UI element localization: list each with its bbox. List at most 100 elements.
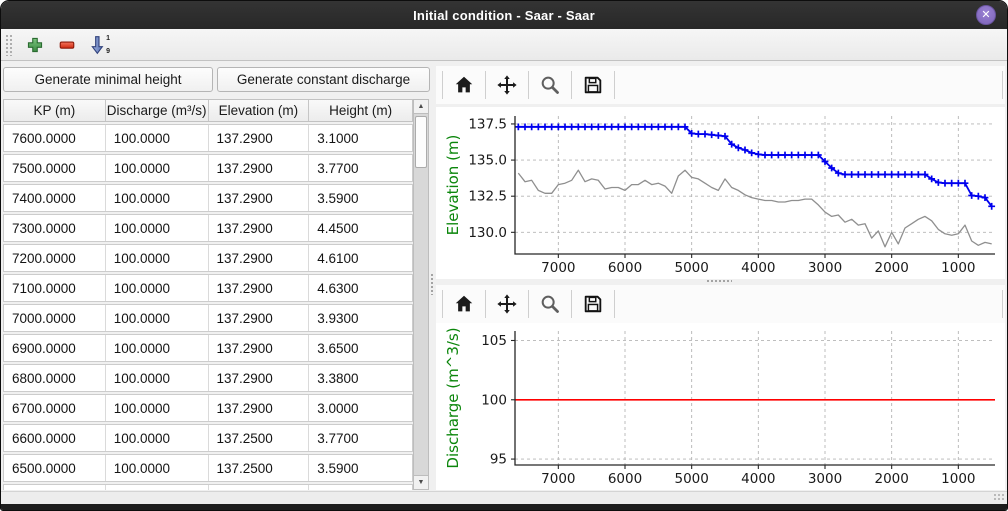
table-cell[interactable]: 137.2900 [209, 335, 310, 361]
zoom-button[interactable] [535, 70, 565, 100]
table-row[interactable]: 7300.0000100.0000137.29004.4500 [3, 214, 413, 242]
save-button[interactable] [578, 70, 608, 100]
table-cell[interactable]: 6800.0000 [4, 365, 106, 391]
table-cell[interactable]: 3.7700 [309, 425, 412, 451]
table-cell[interactable]: 137.2900 [209, 245, 310, 271]
table-cell[interactable]: 3.5900 [309, 455, 412, 481]
table-cell[interactable]: 100.0000 [106, 125, 209, 151]
zoom-button[interactable] [535, 289, 565, 319]
table-row[interactable]: 7100.0000100.0000137.29004.6300 [3, 274, 413, 302]
table-row[interactable]: 6900.0000100.0000137.29003.6500 [3, 334, 413, 362]
elevation-plot-canvas[interactable]: 7000600050004000300020001000137.5135.013… [436, 107, 1005, 279]
svg-text:132.5: 132.5 [468, 189, 507, 205]
svg-text:4000: 4000 [741, 471, 775, 487]
table-cell[interactable]: 6700.0000 [4, 395, 106, 421]
table-cell[interactable]: 100.0000 [106, 395, 209, 421]
table-cell[interactable]: 137.2900 [209, 155, 310, 181]
scroll-up-button[interactable]: ▲ [414, 100, 428, 114]
column-header[interactable]: KP (m) [4, 100, 106, 121]
table-cell[interactable]: 6500.0000 [4, 455, 106, 481]
table-cell[interactable]: 137.2500 [209, 425, 310, 451]
table-cell[interactable]: 7000.0000 [4, 305, 106, 331]
table-row[interactable]: 7600.0000100.0000137.29003.1000 [3, 124, 413, 152]
table-row[interactable]: 6600.0000100.0000137.25003.7700 [3, 424, 413, 452]
svg-text:Discharge (m^3/s): Discharge (m^3/s) [444, 327, 462, 468]
column-header[interactable]: Elevation (m) [209, 100, 310, 121]
table-cell[interactable]: 7200.0000 [4, 245, 106, 271]
table-cell[interactable]: 3.9300 [309, 305, 412, 331]
table-cell[interactable] [106, 485, 209, 490]
table-cell[interactable]: 3.1000 [309, 125, 412, 151]
table-cell[interactable]: 7500.0000 [4, 155, 106, 181]
table-cell[interactable]: 137.2500 [209, 455, 310, 481]
svg-text:6000: 6000 [608, 260, 642, 276]
table-cell[interactable]: 3.0000 [309, 395, 412, 421]
save-button[interactable] [578, 289, 608, 319]
add-row-button[interactable] [22, 32, 48, 58]
table-cell[interactable] [309, 485, 412, 490]
table-row[interactable]: 7500.0000100.0000137.29003.7700 [3, 154, 413, 182]
table-cell[interactable]: 137.2900 [209, 125, 310, 151]
svg-text:Elevation (m): Elevation (m) [444, 135, 462, 236]
table-cell[interactable]: 3.3800 [309, 365, 412, 391]
remove-row-button[interactable] [54, 32, 80, 58]
table-cell[interactable]: 3.5900 [309, 185, 412, 211]
table-cell[interactable]: 3.7700 [309, 155, 412, 181]
table-cell[interactable]: 100.0000 [106, 275, 209, 301]
titlebar[interactable]: Initial condition - Saar - Saar ✕ [1, 1, 1007, 29]
table-cell[interactable]: 100.0000 [106, 155, 209, 181]
table-cell[interactable]: 4.4500 [309, 215, 412, 241]
table-cell[interactable]: 4.6300 [309, 275, 412, 301]
table-cell[interactable]: 100.0000 [106, 185, 209, 211]
table-row[interactable]: 7000.0000100.0000137.29003.9300 [3, 304, 413, 332]
table-row[interactable] [3, 484, 413, 490]
window-title: Initial condition - Saar - Saar [413, 8, 595, 23]
toolbar-drag-handle[interactable] [5, 34, 12, 56]
column-header[interactable]: Discharge (m³/s) [106, 100, 209, 121]
table-cell[interactable]: 137.2900 [209, 215, 310, 241]
table-cell[interactable]: 100.0000 [106, 335, 209, 361]
table-cell[interactable]: 7300.0000 [4, 215, 106, 241]
table-cell[interactable]: 6600.0000 [4, 425, 106, 451]
table-cell[interactable]: 100.0000 [106, 365, 209, 391]
table-cell[interactable]: 7600.0000 [4, 125, 106, 151]
table-row[interactable]: 7400.0000100.0000137.29003.5900 [3, 184, 413, 212]
discharge-plot-canvas[interactable]: 700060005000400030002000100010510095Disc… [436, 323, 1005, 490]
table-scrollbar[interactable]: ▲ ▼ [413, 99, 429, 490]
home-button[interactable] [449, 70, 479, 100]
table-cell[interactable]: 100.0000 [106, 215, 209, 241]
table-cell[interactable]: 6900.0000 [4, 335, 106, 361]
save-icon [582, 293, 604, 315]
pan-button[interactable] [492, 289, 522, 319]
table-cell[interactable] [4, 485, 106, 490]
table-cell[interactable]: 137.2900 [209, 305, 310, 331]
table-row[interactable]: 7200.0000100.0000137.29004.6100 [3, 244, 413, 272]
table-cell[interactable]: 3.6500 [309, 335, 412, 361]
generate-constant-discharge-button[interactable]: Generate constant discharge [217, 67, 430, 92]
generate-minimal-height-button[interactable]: Generate minimal height [3, 67, 213, 92]
plot-splitter-handle[interactable] [706, 279, 732, 284]
column-header[interactable]: Height (m) [309, 100, 412, 121]
pan-button[interactable] [492, 70, 522, 100]
table-cell[interactable]: 100.0000 [106, 455, 209, 481]
table-cell[interactable]: 100.0000 [106, 425, 209, 451]
table-cell[interactable]: 7100.0000 [4, 275, 106, 301]
table-cell[interactable]: 137.2900 [209, 275, 310, 301]
table-cell[interactable]: 137.2900 [209, 395, 310, 421]
sort-rows-button[interactable]: 1 9 [86, 32, 112, 58]
scroll-down-button[interactable]: ▼ [414, 475, 428, 489]
table-row[interactable]: 6700.0000100.0000137.29003.0000 [3, 394, 413, 422]
table-cell[interactable] [209, 485, 310, 490]
table-cell[interactable]: 100.0000 [106, 245, 209, 271]
table-row[interactable]: 6500.0000100.0000137.25003.5900 [3, 454, 413, 482]
table-cell[interactable]: 4.6100 [309, 245, 412, 271]
scrollbar-thumb[interactable] [415, 116, 427, 168]
resize-grip[interactable] [993, 493, 1004, 502]
table-cell[interactable]: 100.0000 [106, 305, 209, 331]
table-cell[interactable]: 137.2900 [209, 185, 310, 211]
close-button[interactable]: ✕ [976, 5, 996, 25]
table-cell[interactable]: 7400.0000 [4, 185, 106, 211]
home-button[interactable] [449, 289, 479, 319]
table-cell[interactable]: 137.2900 [209, 365, 310, 391]
table-row[interactable]: 6800.0000100.0000137.29003.3800 [3, 364, 413, 392]
